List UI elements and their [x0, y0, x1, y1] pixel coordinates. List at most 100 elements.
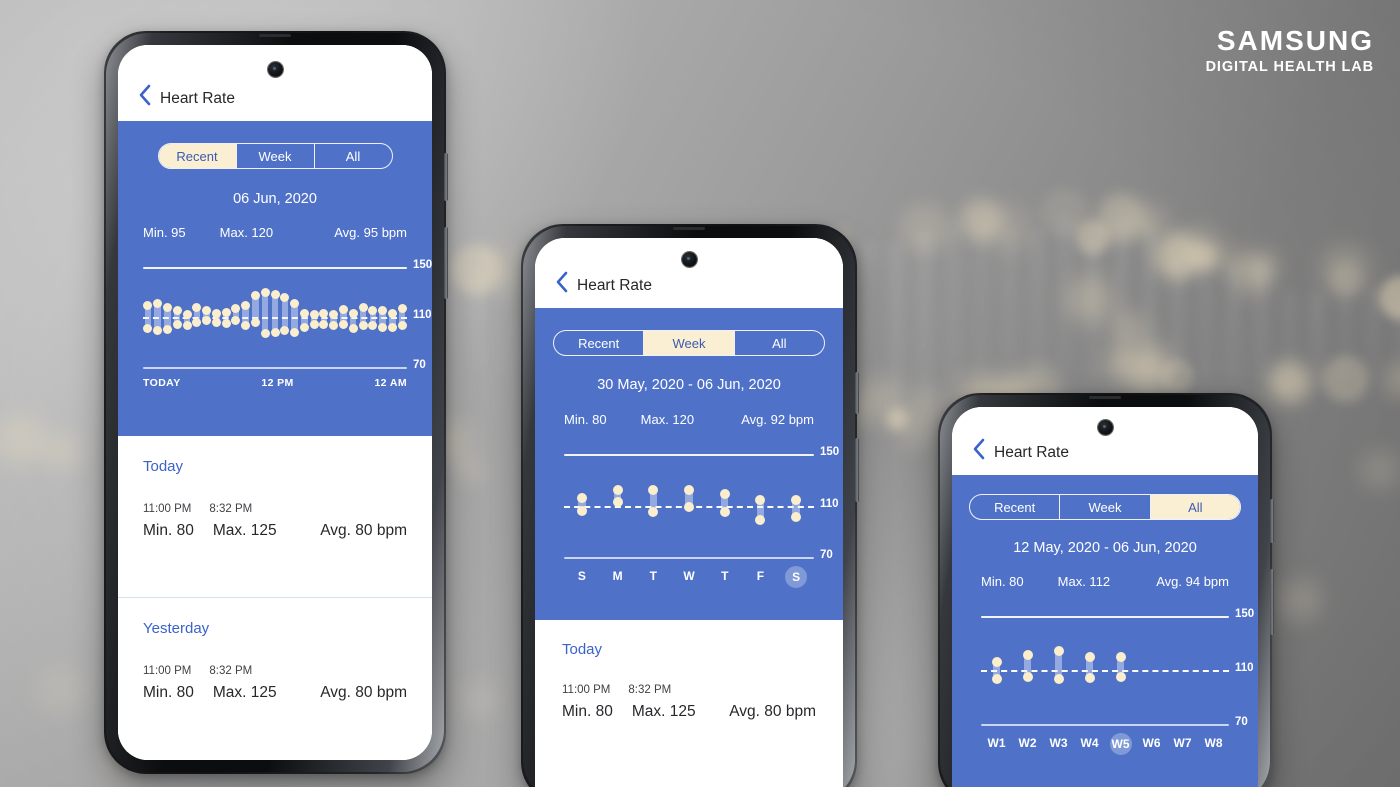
- max-point: [719, 488, 730, 499]
- list-item[interactable]: Today 11:00 PM 8:32 PM Min. 80 Max. 125 Avg. …: [118, 436, 432, 597]
- back-chevron-left-icon[interactable]: [130, 80, 158, 110]
- list-item[interactable]: Today 11:00 PM 8:32 PM Min. 80 Max. 125 Avg. …: [535, 620, 843, 780]
- back-chevron-left-icon[interactable]: [547, 267, 575, 297]
- heart-rate-range-chart[interactable]: 150 110 70 W1 W2 W3 W4 W5 W6 W7 W8: [952, 600, 1258, 770]
- tab-all[interactable]: All: [735, 331, 824, 355]
- min-point: [211, 317, 221, 327]
- period-tabs[interactable]: Recent Week All: [969, 494, 1241, 520]
- x-axis-tick-w2[interactable]: W2: [1012, 736, 1043, 752]
- app-header: Heart Rate: [118, 45, 432, 121]
- tab-week[interactable]: Week: [644, 331, 735, 355]
- logo-wordmark: SAMSUNG: [1216, 25, 1374, 56]
- min-point: [1053, 674, 1064, 685]
- x-axis-tick-t[interactable]: T: [635, 569, 671, 585]
- x-axis-tick-w6[interactable]: W6: [1136, 736, 1167, 752]
- x-axis-tick-s[interactable]: S: [785, 566, 808, 588]
- x-axis-tick-m[interactable]: M: [600, 569, 636, 585]
- side-button-top[interactable]: [855, 372, 859, 414]
- front-camera-punch-hole: [1098, 420, 1113, 435]
- gridline-70: [564, 557, 814, 559]
- tab-recent[interactable]: Recent: [554, 331, 645, 355]
- phone-mockup-all: Heart Rate Recent Week All 12 May, 2020 …: [938, 393, 1274, 787]
- side-button-top[interactable]: [1270, 499, 1274, 543]
- x-axis-tick-t[interactable]: T: [707, 569, 743, 585]
- x-axis-tick-w4[interactable]: W4: [1074, 736, 1105, 752]
- value-avg: Avg. 80 bpm: [320, 684, 407, 701]
- max-point: [1022, 650, 1033, 661]
- heart-rate-range-chart[interactable]: 150 110 70 TODAY 12 PM 12 AM: [118, 253, 432, 403]
- earpiece-speaker: [1089, 396, 1121, 399]
- stat-max: Max. 120: [640, 412, 695, 427]
- gridline-70: [981, 724, 1229, 726]
- x-axis-labels[interactable]: SMTWTFS: [564, 566, 814, 588]
- tab-week[interactable]: Week: [237, 144, 315, 168]
- tab-week[interactable]: Week: [1060, 495, 1151, 519]
- max-point: [684, 485, 694, 496]
- min-point: [241, 321, 251, 331]
- x-axis-tick-s[interactable]: S: [564, 569, 600, 585]
- period-tabs[interactable]: Recent Week All: [553, 330, 825, 356]
- period-tabs[interactable]: Recent Week All: [157, 143, 393, 169]
- x-axis-tick-w7[interactable]: W7: [1167, 736, 1198, 752]
- max-point: [143, 301, 153, 311]
- y-axis-tick-label: 70: [820, 549, 833, 561]
- min-point: [1115, 671, 1126, 682]
- time-end: 8:32 PM: [209, 665, 253, 677]
- value-max: Max. 125: [212, 522, 277, 539]
- x-axis-tick-today[interactable]: TODAY: [143, 377, 181, 389]
- list-item-times: 11:00 PM 8:32 PM: [143, 665, 407, 677]
- x-axis-tick-w1[interactable]: W1: [981, 736, 1012, 752]
- page-title: Heart Rate: [577, 277, 652, 294]
- max-point: [991, 656, 1002, 667]
- chart-panel: Recent Week All 06 Jun, 2020 Min. 95 Max…: [118, 121, 432, 436]
- side-button-top[interactable]: [444, 153, 448, 201]
- max-point: [182, 310, 192, 319]
- heart-rate-range-chart[interactable]: 150 110 70 S M T W T F S: [535, 438, 843, 603]
- max-point: [221, 307, 231, 317]
- gridline-150: [564, 454, 814, 456]
- min-point: [260, 328, 270, 338]
- min-point: [329, 321, 339, 331]
- tab-recent[interactable]: Recent: [158, 144, 237, 168]
- x-axis-tick-f[interactable]: F: [743, 569, 779, 585]
- side-button-bottom[interactable]: [444, 227, 448, 299]
- x-axis-tick-w5[interactable]: W5: [1109, 733, 1132, 755]
- measurement-list: Today 11:00 PM 8:32 PM Min. 80 Max. 125 Avg. …: [118, 436, 432, 760]
- y-axis-tick-label: 110: [413, 309, 432, 321]
- min-point: [231, 316, 241, 326]
- side-button-bottom[interactable]: [1270, 569, 1274, 635]
- samsung-logo: SAMSUNG DIGITAL HEALTH LAB: [1206, 26, 1374, 76]
- x-axis-tick-w[interactable]: W: [671, 569, 707, 585]
- tab-all[interactable]: All: [1150, 495, 1240, 519]
- x-axis-tick-12-am[interactable]: 12 AM: [374, 377, 407, 389]
- x-axis-tick-w3[interactable]: W3: [1043, 736, 1074, 752]
- value-max: Max. 125: [212, 684, 277, 701]
- max-point: [1053, 646, 1064, 657]
- logo-tagline: DIGITAL HEALTH LAB: [1205, 59, 1374, 75]
- phone-mockup-recent: Heart Rate Recent Week All 06 Jun, 2020 …: [104, 31, 448, 774]
- x-axis-tick-12-pm[interactable]: 12 PM: [261, 377, 293, 389]
- value-min: Min. 80: [143, 522, 194, 539]
- date-range-label: 12 May, 2020 - 06 Jun, 2020: [1013, 540, 1197, 556]
- x-axis-labels[interactable]: W1 W2 W3 W4 W5 W6 W7 W8: [981, 733, 1229, 755]
- min-point: [309, 320, 319, 329]
- min-point: [153, 326, 163, 336]
- stat-min: Min. 80: [981, 574, 1024, 589]
- earpiece-speaker: [673, 227, 705, 230]
- chart-panel: Recent Week All 30 May, 2020 - 06 Jun, 2…: [535, 308, 843, 620]
- max-point: [348, 308, 358, 318]
- list-item[interactable]: Yesterday 11:00 PM 8:32 PM Min. 80 Max. 125 A…: [118, 597, 432, 758]
- list-item-times: 11:00 PM 8:32 PM: [143, 503, 407, 515]
- x-axis-tick-w8[interactable]: W8: [1198, 736, 1229, 752]
- side-button-bottom[interactable]: [855, 438, 859, 502]
- x-axis-labels[interactable]: TODAY 12 PM 12 AM: [143, 377, 407, 389]
- phone-screen: Heart Rate Recent Week All 12 May, 2020 …: [952, 407, 1258, 787]
- back-chevron-left-icon[interactable]: [964, 434, 992, 464]
- tab-all[interactable]: All: [315, 144, 392, 168]
- value-min: Min. 80: [143, 684, 194, 701]
- tab-recent[interactable]: Recent: [970, 495, 1061, 519]
- min-point: [202, 316, 212, 326]
- max-point: [153, 298, 163, 308]
- stat-avg: Avg. 95 bpm: [334, 225, 407, 240]
- front-camera-punch-hole: [682, 252, 697, 267]
